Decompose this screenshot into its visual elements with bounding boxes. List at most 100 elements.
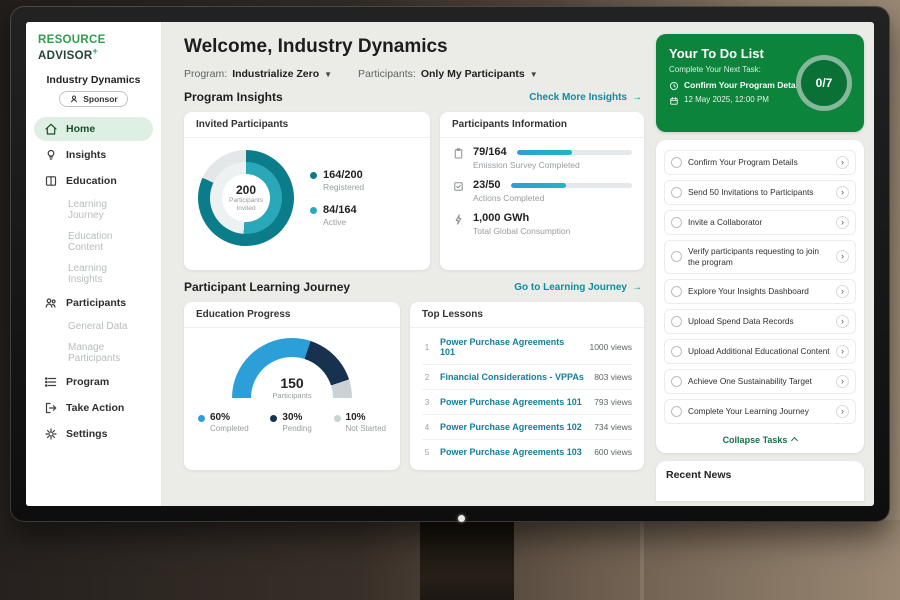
filter-bar: Program: Industrialize Zero ▼ Participan…	[184, 68, 644, 80]
lesson-link[interactable]: Financial Considerations - VPPAs	[440, 372, 586, 382]
participants-filter-dropdown[interactable]: Participants: Only My Participants ▼	[358, 68, 538, 80]
legend-dot	[334, 415, 341, 422]
chevron-right-icon[interactable]: ›	[836, 285, 849, 298]
task-checkbox[interactable]	[671, 376, 682, 387]
todo-panel: Your To Do List Complete Your Next Task:…	[654, 22, 874, 506]
task-row-invite-collaborator[interactable]: Invite a Collaborator ›	[664, 210, 856, 235]
stat-value: 79/164	[473, 146, 507, 158]
task-row-explore-insights[interactable]: Explore Your Insights Dashboard ›	[664, 279, 856, 304]
todo-summary-card: Your To Do List Complete Your Next Task:…	[656, 34, 864, 132]
task-row-achieve-target[interactable]: Achieve One Sustainability Target ›	[664, 369, 856, 394]
program-filter-dropdown[interactable]: Program: Industrialize Zero ▼	[184, 68, 332, 80]
arrow-right-icon: →	[632, 282, 642, 293]
recent-news-card: Recent News	[656, 461, 864, 501]
sidebar-item-participants[interactable]: Participants	[34, 291, 153, 315]
go-to-learning-journey-link[interactable]: Go to Learning Journey →	[514, 282, 642, 293]
task-list-card: Confirm Your Program Details › Send 50 I…	[656, 140, 864, 453]
chevron-right-icon[interactable]: ›	[836, 405, 849, 418]
legend-label: Completed	[210, 424, 249, 433]
sidebar-item-learning-insights[interactable]: Learning Insights	[34, 259, 153, 289]
legend-label: Registered	[323, 182, 364, 192]
sidebar-item-general-data[interactable]: General Data	[34, 317, 153, 336]
legend-label: Pending	[282, 424, 311, 433]
donut-center-label: Participants Invited	[225, 197, 267, 213]
check-more-insights-link[interactable]: Check More Insights →	[529, 92, 642, 103]
donut-center-value: 200	[236, 183, 256, 197]
task-row-upload-educational-content[interactable]: Upload Additional Educational Content ›	[664, 339, 856, 364]
lesson-rank: 5	[422, 448, 432, 457]
lesson-row: 1 Power Purchase Agreements 101 1000 vie…	[422, 330, 632, 365]
lesson-link[interactable]: Power Purchase Agreements 103	[440, 447, 586, 457]
chevron-right-icon[interactable]: ›	[836, 216, 849, 229]
legend-label: Active	[323, 217, 357, 227]
program-insights-heading: Program Insights	[184, 90, 283, 104]
task-checkbox[interactable]	[671, 187, 682, 198]
task-checkbox[interactable]	[671, 346, 682, 357]
task-row-send-invitations[interactable]: Send 50 Invitations to Participants ›	[664, 180, 856, 205]
collapse-tasks-button[interactable]: Collapse Tasks	[664, 429, 856, 449]
todo-progress-value: 0/7	[816, 76, 833, 90]
stat-label: Total Global Consumption	[473, 226, 632, 236]
sidebar-item-label: Participants	[66, 297, 126, 309]
sponsor-badge-label: Sponsor	[83, 94, 117, 104]
lesson-rank: 4	[422, 423, 432, 432]
sidebar-item-label: Learning Insights	[68, 263, 143, 285]
task-checkbox[interactable]	[671, 316, 682, 327]
chevron-right-icon[interactable]: ›	[836, 375, 849, 388]
lesson-link[interactable]: Power Purchase Agreements 102	[440, 422, 586, 432]
chevron-right-icon[interactable]: ›	[836, 156, 849, 169]
task-label: Send 50 Invitations to Participants	[688, 187, 830, 198]
sidebar-item-program[interactable]: Program	[34, 370, 153, 394]
task-checkbox[interactable]	[671, 217, 682, 228]
chevron-right-icon[interactable]: ›	[836, 186, 849, 199]
lesson-link[interactable]: Power Purchase Agreements 101	[440, 397, 586, 407]
lightbulb-icon	[44, 148, 58, 162]
task-label: Upload Spend Data Records	[688, 316, 830, 327]
chevron-up-icon	[791, 437, 798, 444]
sidebar-item-learning-journey[interactable]: Learning Journey	[34, 195, 153, 225]
learning-journey-heading: Participant Learning Journey	[184, 280, 350, 294]
stat-global-consumption: 1,000 GWh Total Global Consumption	[452, 212, 632, 236]
sponsor-badge[interactable]: Sponsor	[59, 91, 127, 107]
card-title: Education Progress	[184, 302, 400, 328]
task-label: Upload Additional Educational Content	[688, 346, 830, 357]
lesson-views: 734 views	[594, 422, 632, 432]
sidebar-item-label: Program	[66, 376, 109, 388]
lesson-row: 5 Power Purchase Agreements 103 600 view…	[422, 440, 632, 464]
lesson-rank: 2	[422, 373, 432, 382]
legend-item-active: 84/164 Active	[310, 204, 364, 227]
task-row-complete-learning-journey[interactable]: Complete Your Learning Journey ›	[664, 399, 856, 424]
sidebar-item-label: Education	[66, 175, 117, 187]
gear-icon	[44, 427, 58, 441]
chevron-right-icon[interactable]: ›	[836, 315, 849, 328]
sidebar-item-label: Home	[66, 123, 95, 135]
sidebar-item-education[interactable]: Education	[34, 169, 153, 193]
org-name: Industry Dynamics	[26, 74, 161, 86]
monitor-bezel: RESOURCE ADVISOR+ Industry Dynamics Spon…	[10, 6, 890, 522]
task-label: Invite a Collaborator	[688, 217, 830, 228]
sidebar-item-insights[interactable]: Insights	[34, 143, 153, 167]
clock-icon	[669, 81, 679, 91]
task-label: Achieve One Sustainability Target	[688, 376, 830, 387]
sidebar-item-settings[interactable]: Settings	[34, 422, 153, 446]
sidebar-item-take-action[interactable]: Take Action	[34, 396, 153, 420]
task-checkbox[interactable]	[671, 157, 682, 168]
chevron-right-icon[interactable]: ›	[836, 345, 849, 358]
lesson-link[interactable]: Power Purchase Agreements 101	[440, 337, 581, 357]
task-checkbox[interactable]	[671, 406, 682, 417]
dashboard-screen: RESOURCE ADVISOR+ Industry Dynamics Spon…	[26, 22, 874, 506]
sidebar-item-manage-participants[interactable]: Manage Participants	[34, 338, 153, 368]
task-row-upload-spend-data[interactable]: Upload Spend Data Records ›	[664, 309, 856, 334]
sidebar-item-label: Take Action	[66, 402, 124, 414]
todo-due-date: 12 May 2025, 12:00 PM	[684, 95, 769, 104]
task-checkbox[interactable]	[671, 251, 682, 262]
stat-value: 23/50	[473, 179, 501, 191]
chevron-right-icon[interactable]: ›	[836, 250, 849, 263]
sidebar-item-home[interactable]: Home	[34, 117, 153, 141]
person-icon	[69, 94, 79, 104]
task-label: Explore Your Insights Dashboard	[688, 286, 830, 297]
task-row-verify-participants[interactable]: Verify participants requesting to join t…	[664, 240, 856, 274]
task-checkbox[interactable]	[671, 286, 682, 297]
sidebar-item-education-content[interactable]: Education Content	[34, 227, 153, 257]
task-row-confirm-program[interactable]: Confirm Your Program Details ›	[664, 150, 856, 175]
